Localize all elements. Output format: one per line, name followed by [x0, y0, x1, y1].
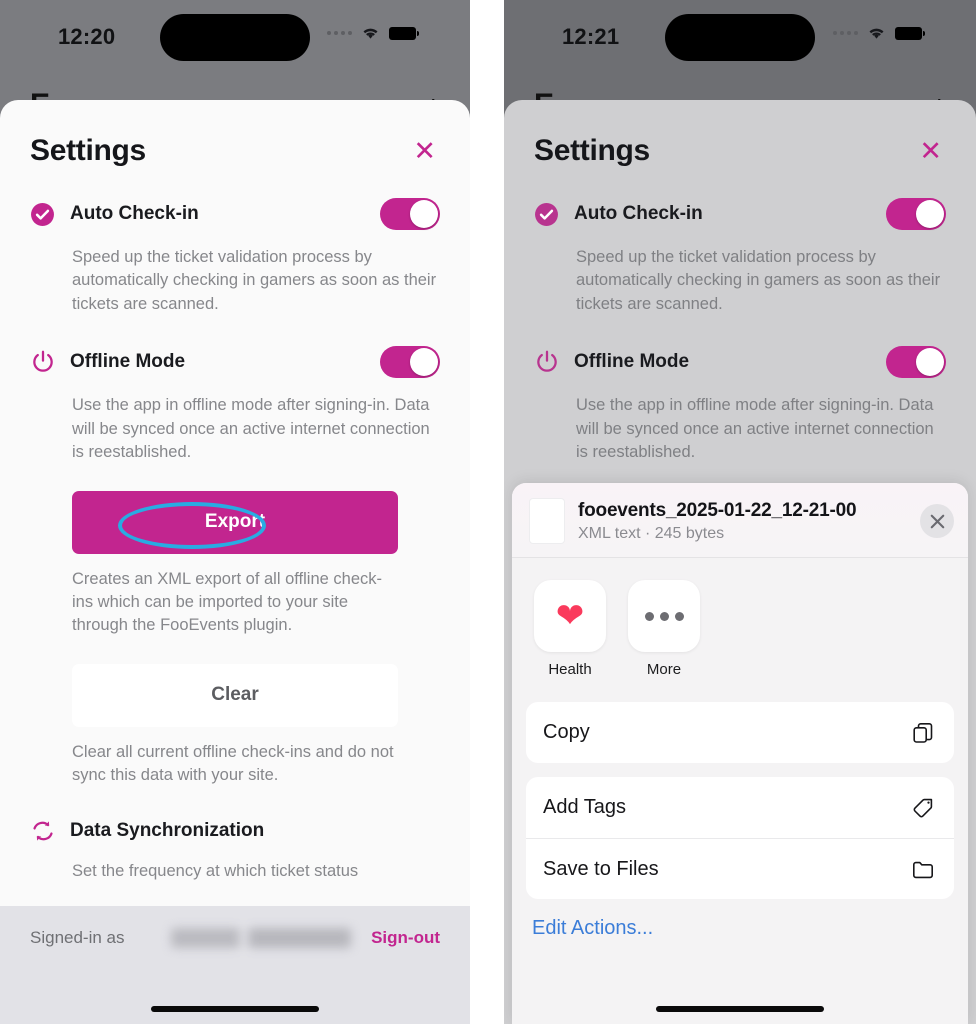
battery-icon	[895, 26, 925, 40]
left-phone-screen: 12:20 E + Settings ✕	[0, 0, 470, 1024]
heart-icon: ❤	[555, 597, 585, 635]
share-action-label: Copy	[543, 721, 590, 743]
share-action-label: Add Tags	[543, 796, 627, 818]
setting-label-offline-mode: Offline Mode	[574, 351, 690, 373]
share-sheet-header: fooevents_2025-01-22_12-21-00 XML text ·…	[512, 483, 968, 558]
setting-row-offline-mode: Offline Mode	[504, 346, 976, 379]
share-action-group-secondary: Add Tags Save to Files	[526, 777, 954, 899]
home-indicator	[656, 1006, 824, 1012]
share-action-label: Save to Files	[543, 857, 659, 880]
copy-icon	[909, 719, 937, 747]
close-circle-icon[interactable]	[920, 504, 954, 538]
settings-header: Settings ✕	[0, 100, 470, 168]
app-tile: ❤	[534, 580, 606, 652]
wifi-icon	[867, 26, 886, 40]
toggle-offline-mode[interactable]	[886, 346, 946, 379]
tag-icon	[909, 794, 937, 822]
toggle-offline-mode[interactable]	[380, 346, 440, 379]
share-app-more[interactable]: More	[628, 580, 700, 678]
page-title: Settings	[30, 134, 146, 167]
setting-description-offline-mode: Use the app in offline mode after signin…	[576, 396, 934, 462]
signal-dots-icon	[833, 31, 858, 35]
setting-row-data-sync: Data Synchronization	[0, 818, 470, 844]
setting-row-offline-mode: Offline Mode	[0, 346, 470, 379]
share-app-label: Health	[548, 661, 592, 678]
status-indicators	[833, 26, 925, 40]
share-action-add-tags[interactable]: Add Tags	[526, 777, 954, 838]
share-action-save-to-files[interactable]: Save to Files	[526, 838, 954, 899]
setting-row-auto-checkin: Auto Check-in	[0, 198, 470, 230]
home-indicator	[151, 1006, 319, 1012]
status-bar: 12:20	[0, 0, 470, 92]
sync-icon	[30, 818, 64, 844]
setting-description-auto-checkin: Speed up the ticket validation process b…	[72, 248, 437, 313]
check-circle-icon	[30, 202, 64, 227]
signal-dots-icon	[327, 31, 352, 35]
share-app-health[interactable]: ❤ Health	[534, 580, 606, 678]
export-button[interactable]: Export	[72, 490, 398, 554]
toggle-auto-checkin[interactable]	[380, 198, 440, 230]
app-tile	[628, 580, 700, 652]
right-phone-screen: 12:21 E + Settings ✕ A	[504, 0, 976, 1024]
ellipsis-icon	[644, 611, 684, 621]
close-icon[interactable]: ✕	[915, 136, 946, 167]
page-title: Settings	[534, 134, 650, 167]
dynamic-island	[160, 14, 310, 61]
clear-button-wrap: Clear	[0, 663, 470, 727]
share-sheet: fooevents_2025-01-22_12-21-00 XML text ·…	[512, 483, 968, 1024]
share-file-meta: fooevents_2025-01-22_12-21-00 XML text ·…	[578, 500, 906, 543]
dynamic-island	[665, 14, 815, 61]
clear-caption: Clear all current offline check-ins and …	[72, 742, 394, 785]
settings-header: Settings ✕	[504, 100, 976, 168]
battery-icon	[389, 26, 419, 40]
setting-label-data-sync: Data Synchronization	[70, 819, 265, 841]
sign-out-button[interactable]: Sign-out	[371, 928, 440, 948]
setting-label-auto-checkin: Auto Check-in	[574, 203, 703, 224]
setting-label-auto-checkin: Auto Check-in	[70, 203, 199, 224]
export-caption: Creates an XML export of all offline che…	[72, 569, 382, 635]
status-bar: 12:21	[504, 0, 976, 92]
signed-in-username-redacted	[170, 928, 352, 948]
share-app-row: ❤ Health More	[512, 558, 968, 688]
close-icon[interactable]: ✕	[409, 136, 440, 167]
share-file-name: fooevents_2025-01-22_12-21-00	[578, 499, 857, 521]
share-file-subtitle: XML text · 245 bytes	[578, 524, 725, 542]
settings-sheet: Settings ✕ Auto Check-in Speed up the ti…	[0, 100, 470, 1024]
setting-row-auto-checkin: Auto Check-in	[504, 198, 976, 230]
power-icon	[534, 349, 568, 375]
status-time: 12:21	[562, 24, 620, 49]
setting-description-offline-mode: Use the app in offline mode after signin…	[72, 396, 430, 462]
toggle-auto-checkin[interactable]	[886, 198, 946, 230]
setting-label-offline-mode: Offline Mode	[70, 351, 186, 373]
setting-description-data-sync: Set the frequency at which ticket status	[72, 861, 359, 880]
power-icon	[30, 349, 64, 375]
wifi-icon	[361, 26, 380, 40]
share-app-label: More	[646, 661, 682, 678]
setting-description-auto-checkin: Speed up the ticket validation process b…	[576, 248, 941, 313]
share-action-group-primary: Copy	[526, 702, 954, 763]
panel-gap	[470, 0, 504, 1024]
document-icon	[530, 499, 564, 543]
export-button-wrap: Export	[0, 490, 470, 554]
check-circle-icon	[534, 202, 568, 227]
edit-actions-link[interactable]: Edit Actions...	[512, 899, 968, 940]
status-time: 12:20	[58, 24, 116, 49]
screenshot-stage: 12:20 E + Settings ✕	[0, 0, 976, 1024]
folder-icon	[909, 855, 937, 883]
clear-button[interactable]: Clear	[72, 663, 398, 727]
signed-in-label: Signed-in as	[30, 928, 125, 947]
status-indicators	[327, 26, 419, 40]
share-action-copy[interactable]: Copy	[526, 702, 954, 763]
